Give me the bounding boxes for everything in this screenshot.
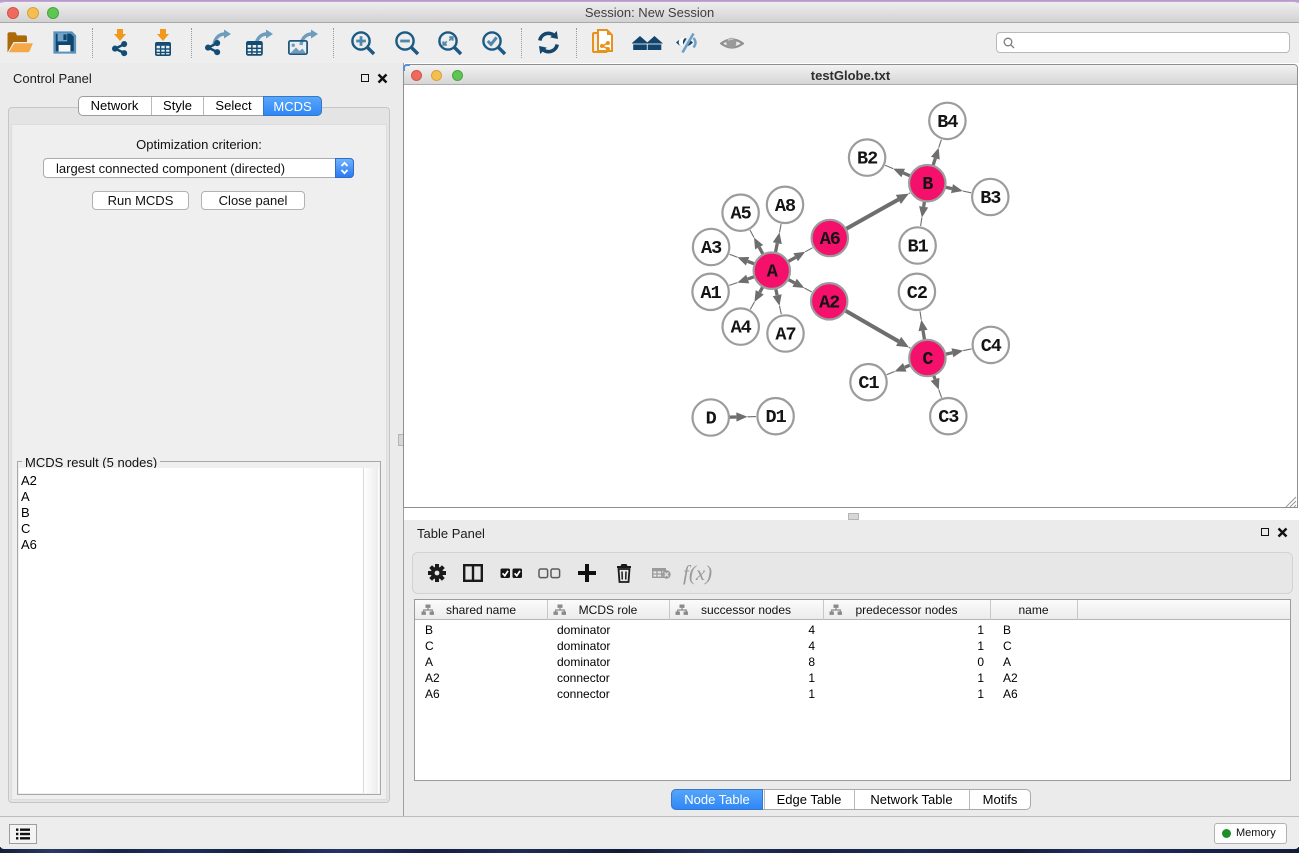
svg-text:D1: D1 (765, 407, 786, 428)
svg-text:B4: B4 (937, 112, 958, 133)
svg-text:B3: B3 (980, 188, 1001, 209)
svg-text:A8: A8 (775, 196, 796, 217)
svg-text:A4: A4 (731, 318, 752, 339)
svg-text:B1: B1 (907, 237, 928, 258)
svg-text:A2: A2 (819, 292, 840, 313)
svg-text:C1: C1 (858, 373, 879, 394)
svg-text:C3: C3 (938, 407, 959, 428)
svg-text:C4: C4 (981, 336, 1002, 357)
svg-text:C: C (922, 349, 933, 370)
svg-text:C2: C2 (907, 283, 928, 304)
svg-text:A7: A7 (775, 325, 795, 346)
svg-text:B: B (922, 174, 933, 195)
svg-text:A6: A6 (820, 229, 841, 250)
svg-text:B2: B2 (857, 149, 878, 170)
svg-text:A5: A5 (730, 204, 751, 225)
svg-text:A1: A1 (700, 283, 721, 304)
svg-text:D: D (706, 409, 717, 430)
svg-text:A3: A3 (701, 238, 722, 259)
